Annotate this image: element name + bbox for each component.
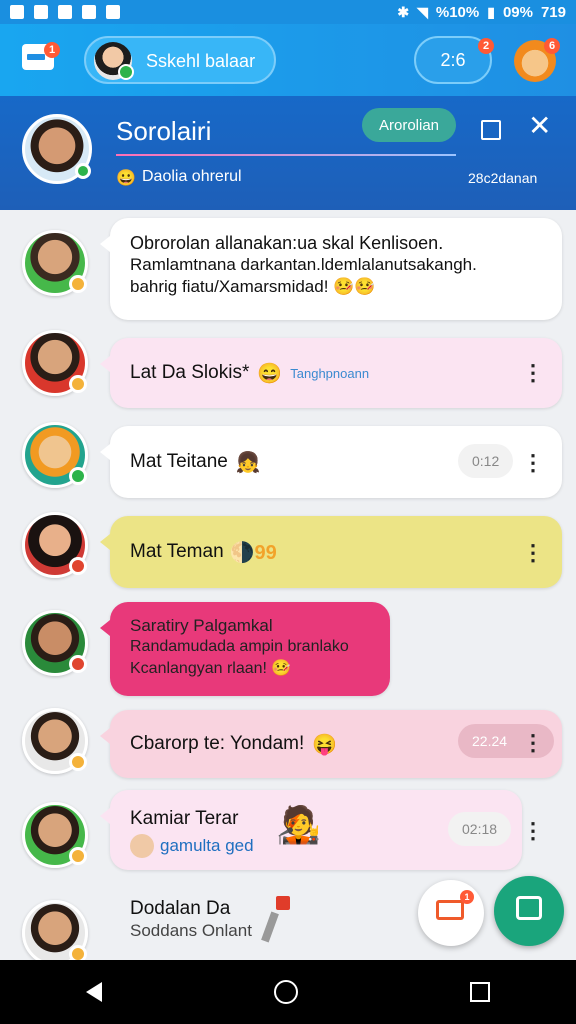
- battery-icon: ▮: [487, 3, 495, 20]
- contact-name: Sorolairi: [116, 116, 212, 146]
- list-item[interactable]: Obrorolan allanakan:ua skal Kenlisoen. R…: [0, 218, 576, 328]
- emoji-sticker: 😝: [312, 733, 338, 756]
- message-title: Lat Da Slokis*: [130, 362, 250, 383]
- message-line: bahrig fiatu/Xamarsmidad! 🤒🤒: [130, 277, 376, 296]
- search-bar[interactable]: Sskehl balaar: [84, 36, 276, 84]
- top-app-bar: 1 Sskehl balaar 2:6 2 6: [0, 24, 576, 96]
- avatar: [22, 330, 88, 396]
- list-item[interactable]: Saratiry Palgamkal Randamudada ampin bra…: [0, 602, 576, 702]
- message-time: 0:12: [458, 444, 514, 478]
- fab-badge: 1: [460, 890, 474, 904]
- battery-level: 09%: [502, 3, 533, 21]
- message-time: 02:18: [448, 812, 512, 846]
- emoji-sticker: 👧: [235, 451, 261, 474]
- more-options-icon[interactable]: ⋮: [522, 820, 544, 842]
- status-dot: [69, 945, 87, 960]
- inbox-badge: 1: [44, 42, 60, 58]
- online-status-icon: [118, 64, 134, 80]
- more-options-icon[interactable]: ⋮: [522, 452, 544, 474]
- home-icon[interactable]: [274, 980, 298, 1004]
- list-item[interactable]: Cbarorp te: Yondam! 😝 22.24 ⋮: [0, 708, 576, 784]
- status-dot: [69, 275, 87, 293]
- message-preview[interactable]: Dodalan Da Soddans Onlant: [130, 898, 252, 942]
- message-bubble[interactable]: Mat Teman 🌗99: [100, 516, 562, 588]
- system-nav-bar: [0, 960, 576, 1024]
- status-bar: ✱ ◥ %10% ▮ 09% 719: [0, 0, 576, 24]
- recents-icon[interactable]: [470, 982, 490, 1002]
- more-options-icon[interactable]: ⋮: [522, 542, 544, 564]
- signal-indicator: %10%: [435, 3, 480, 21]
- avatar: [94, 42, 134, 80]
- list-item[interactable]: Kamiar Terar gamulta ged 🧑‍🎤 02:18 ⋮: [0, 790, 576, 876]
- card-icon: [436, 900, 464, 920]
- list-item[interactable]: Mat Teman 🌗99 ⋮: [0, 512, 576, 594]
- message-line: Kcanlangyan rlaan! 🤒: [130, 660, 292, 677]
- avatar: [22, 512, 88, 578]
- notification-icons: [10, 5, 120, 19]
- message-tag: Tanghpnoann: [290, 365, 370, 381]
- avatar: [22, 900, 88, 960]
- status-dot: [69, 655, 87, 673]
- message-link[interactable]: gamulta ged: [160, 836, 254, 856]
- window-icon[interactable]: [481, 120, 501, 140]
- status-dot: [69, 557, 87, 575]
- avatar: [22, 422, 88, 488]
- message-subtitle: Soddans Onlant: [130, 921, 252, 940]
- status-dot: [69, 467, 87, 485]
- wifi-icon: ◥: [417, 3, 428, 20]
- mini-avatar: [130, 834, 154, 858]
- notification-icon: [34, 5, 48, 19]
- list-item[interactable]: Mat Teitane 👧 0:12 ⋮: [0, 422, 576, 504]
- compose-icon: [516, 896, 542, 920]
- message-bubble[interactable]: Obrorolan allanakan:ua skal Kenlisoen. R…: [100, 218, 562, 320]
- avatar: [22, 230, 88, 296]
- avatar: [22, 708, 88, 774]
- bluetooth-icon: ✱: [397, 3, 410, 20]
- header-action-button[interactable]: Arorolian: [362, 108, 456, 142]
- message-title: Cbarorp te: Yondam!: [130, 733, 305, 754]
- status-dot: [69, 753, 87, 771]
- notification-icon: [82, 5, 96, 19]
- list-item[interactable]: Dodalan Da Soddans Onlant: [0, 886, 576, 960]
- message-bubble[interactable]: Saratiry Palgamkal Randamudada ampin bra…: [100, 602, 390, 696]
- contact-avatar[interactable]: [22, 114, 92, 184]
- share-icon: [261, 896, 292, 943]
- search-label: Sskehl balaar: [146, 51, 256, 71]
- notification-icon: [58, 5, 72, 19]
- divider: [116, 154, 456, 156]
- emoji-sticker: 😄: [257, 362, 283, 385]
- online-status-icon: [75, 163, 91, 179]
- status-dot: [69, 847, 87, 865]
- message-title: Mat Teman: [130, 541, 224, 562]
- message-line: Randamudada ampin branlako: [130, 638, 349, 655]
- clock: 719: [540, 3, 566, 21]
- close-icon[interactable]: ✕: [528, 112, 551, 140]
- status-emoji: 😀: [116, 170, 136, 187]
- message-line: Obrorolan allanakan:ua skal Kenlisoen.: [130, 233, 444, 253]
- chat-header: Sorolairi Arorolian ✕ 😀 Daolia ohrerul 2…: [0, 96, 576, 210]
- message-title: Dodalan Da: [130, 898, 231, 919]
- avatar: [22, 610, 88, 676]
- message-title: Saratiry Palgamkal: [130, 616, 273, 635]
- last-seen-time: 28c2danan: [468, 170, 538, 186]
- message-list[interactable]: Obrorolan allanakan:ua skal Kenlisoen. R…: [0, 210, 576, 960]
- counter-badge: 2: [478, 38, 494, 54]
- emoji-sticker: 🌗99: [229, 541, 277, 564]
- compose-button[interactable]: [494, 876, 564, 946]
- more-options-icon[interactable]: ⋮: [522, 732, 544, 754]
- message-title: Mat Teitane: [130, 451, 228, 472]
- secondary-fab[interactable]: 1: [418, 880, 484, 946]
- back-icon[interactable]: [86, 982, 102, 1002]
- avatar: [22, 802, 88, 868]
- contact-status: Daolia ohrerul: [142, 168, 242, 185]
- notification-icon: [106, 5, 120, 19]
- more-options-icon[interactable]: ⋮: [522, 362, 544, 384]
- list-item[interactable]: Lat Da Slokis* 😄 Tanghpnoann ⋮: [0, 330, 576, 414]
- emoji-sticker: 🧑‍🎤: [276, 804, 321, 845]
- profile-badge: 6: [544, 38, 560, 54]
- message-bubble[interactable]: Lat Da Slokis* 😄 Tanghpnoann: [100, 338, 562, 408]
- notification-icon: [10, 5, 24, 19]
- status-dot: [69, 375, 87, 393]
- message-line: Ramlamtnana darkantan.ldemlalanutsakangh…: [130, 255, 477, 274]
